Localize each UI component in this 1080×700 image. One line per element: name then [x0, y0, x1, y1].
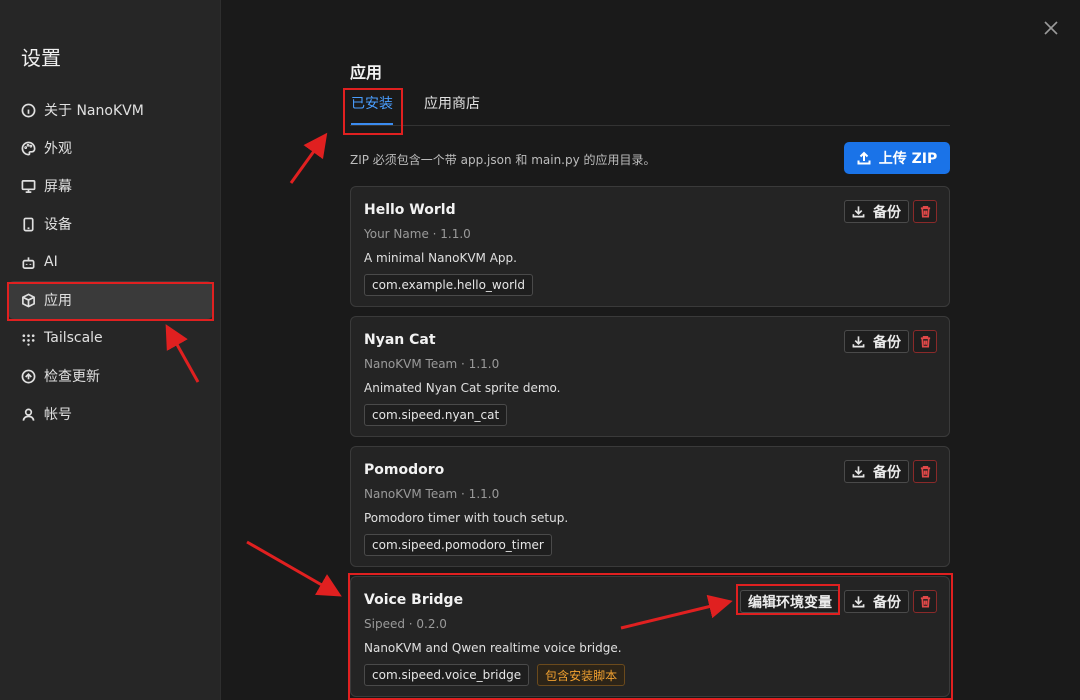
install-script-badge: 包含安装脚本 [537, 664, 626, 686]
app-author-version: Your Name · 1.1.0 [364, 227, 471, 241]
sidebar-item-screen[interactable]: 屏幕 [8, 167, 213, 205]
sidebar-item-label: 关于 NanoKVM [44, 103, 144, 119]
delete-button[interactable] [913, 590, 937, 613]
delete-button[interactable] [913, 200, 937, 223]
trash-icon [920, 596, 930, 608]
sidebar-item-label: 设备 [44, 217, 72, 233]
bot-icon [20, 254, 36, 270]
annotation-arrow-voice-bridge-card [246, 540, 342, 597]
backup-label: 备份 [873, 334, 901, 351]
app-name: Voice Bridge [364, 592, 464, 608]
user-icon [20, 406, 36, 422]
app-author-version: NanoKVM Team · 1.1.0 [364, 487, 500, 501]
app-description: A minimal NanoKVM App. [364, 251, 517, 265]
tab-installed[interactable]: 已安装 [351, 93, 393, 125]
backup-label: 备份 [873, 594, 901, 611]
trash-icon [920, 466, 930, 478]
trash-icon [920, 336, 930, 348]
sidebar-item-label: 应用 [44, 293, 72, 309]
sidebar-item-account[interactable]: 帐号 [8, 395, 213, 433]
annotation-arrow-installed-tab [289, 132, 328, 184]
download-icon [852, 206, 865, 218]
backup-button[interactable]: 备份 [844, 200, 909, 223]
package-icon [20, 292, 36, 308]
app-card: Nyan Cat NanoKVM Team · 1.1.0 Animated N… [350, 316, 950, 437]
app-name: Hello World [364, 202, 456, 218]
monitor-icon [20, 178, 36, 194]
tab-bar: 已安装 应用商店 [350, 93, 950, 126]
app-description: Animated Nyan Cat sprite demo. [364, 381, 561, 395]
sidebar-item-label: 屏幕 [44, 179, 72, 195]
palette-icon [20, 140, 36, 156]
close-icon [1044, 21, 1058, 35]
backup-label: 备份 [873, 204, 901, 221]
info-icon [20, 102, 36, 118]
app-id-tag: com.sipeed.nyan_cat [364, 404, 508, 426]
edit-env-button[interactable]: 编辑环境变量 [740, 590, 840, 613]
upload-icon [857, 151, 871, 165]
update-icon [20, 368, 36, 384]
sidebar-item-label: 检查更新 [44, 369, 100, 385]
sidebar-item-label: AI [44, 254, 58, 270]
upload-zip-label: 上传 ZIP [878, 151, 938, 167]
backup-label: 备份 [873, 464, 901, 481]
sidebar-item-label: 外观 [44, 141, 72, 157]
sidebar-item-device[interactable]: 设备 [8, 205, 213, 243]
device-icon [20, 216, 36, 232]
close-button[interactable] [1042, 19, 1060, 37]
sidebar-item-appearance[interactable]: 外观 [8, 129, 213, 167]
download-icon [852, 466, 865, 478]
sidebar-title: 设置 [21, 46, 61, 70]
sidebar-item-about[interactable]: 关于 NanoKVM [8, 91, 213, 129]
sidebar-item-check-update[interactable]: 检查更新 [8, 357, 213, 395]
settings-sidebar: 设置 关于 NanoKVM 外观 屏幕 设备 AI 应用 Tailscale 检… [0, 0, 221, 700]
sidebar-item-apps[interactable]: 应用 [8, 281, 213, 319]
sidebar-item-tailscale[interactable]: Tailscale [8, 319, 213, 357]
edit-env-label: 编辑环境变量 [748, 594, 832, 611]
app-card: Pomodoro NanoKVM Team · 1.1.0 Pomodoro t… [350, 446, 950, 567]
backup-button[interactable]: 备份 [844, 330, 909, 353]
sidebar-item-label: 帐号 [44, 407, 72, 423]
app-name: Nyan Cat [364, 332, 436, 348]
app-card: Voice Bridge Sipeed · 0.2.0 NanoKVM and … [350, 576, 950, 697]
sidebar-item-label: Tailscale [44, 330, 103, 346]
backup-button[interactable]: 备份 [844, 460, 909, 483]
app-author-version: Sipeed · 0.2.0 [364, 617, 447, 631]
app-author-version: NanoKVM Team · 1.1.0 [364, 357, 500, 371]
app-card: Hello World Your Name · 1.1.0 A minimal … [350, 186, 950, 307]
tailscale-icon [20, 330, 36, 346]
download-icon [852, 596, 865, 608]
delete-button[interactable] [913, 460, 937, 483]
trash-icon [920, 206, 930, 218]
app-description: Pomodoro timer with touch setup. [364, 511, 569, 525]
page-title: 应用 [350, 63, 383, 82]
backup-button[interactable]: 备份 [844, 590, 909, 613]
app-description: NanoKVM and Qwen realtime voice bridge. [364, 641, 622, 655]
app-id-tag: com.example.hello_world [364, 274, 533, 296]
app-name: Pomodoro [364, 462, 445, 478]
delete-button[interactable] [913, 330, 937, 353]
zip-requirement-text: ZIP 必须包含一个带 app.json 和 main.py 的应用目录。 [350, 153, 656, 167]
sidebar-nav: 关于 NanoKVM 外观 屏幕 设备 AI 应用 Tailscale 检查更新… [8, 91, 213, 433]
app-id-tag: com.sipeed.pomodoro_timer [364, 534, 552, 556]
upload-zip-button[interactable]: 上传 ZIP [844, 142, 950, 174]
download-icon [852, 336, 865, 348]
sidebar-item-ai[interactable]: AI [8, 243, 213, 281]
app-id-tag: com.sipeed.voice_bridge [364, 664, 530, 686]
tab-app-store[interactable]: 应用商店 [424, 93, 480, 125]
